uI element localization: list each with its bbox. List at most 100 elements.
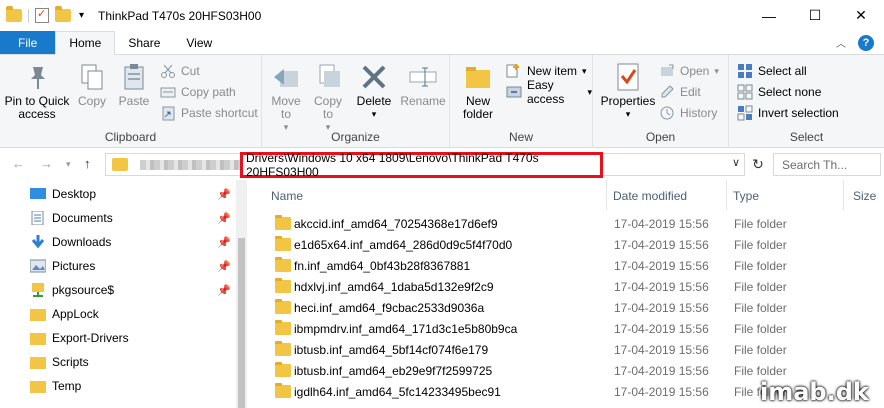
column-header-size[interactable]: Size xyxy=(853,180,876,212)
tab-file[interactable]: File xyxy=(0,31,56,54)
pin-icon[interactable]: 📌 xyxy=(217,236,231,249)
paste-shortcut-button[interactable]: Paste shortcut xyxy=(160,103,258,123)
watermark-logo: imab.dk xyxy=(760,378,869,406)
column-header-name[interactable]: Name xyxy=(271,180,303,212)
nav-item-pictures[interactable]: Pictures 📌 xyxy=(29,255,235,277)
folder-icon[interactable] xyxy=(6,6,22,22)
table-row[interactable]: e1d65x64.inf_amd64_286d0d9c5f4f70d0 17-04… xyxy=(253,234,884,255)
nav-item-desktop[interactable]: Desktop 📌 xyxy=(30,183,235,205)
pin-icon[interactable]: 📌 xyxy=(217,188,231,201)
table-row[interactable]: ibmpmdrv.inf_amd64_171d3c1e5b80b9ca 17-04… xyxy=(253,318,884,339)
history-icon xyxy=(659,105,675,121)
pin-icon[interactable]: 📌 xyxy=(217,284,231,297)
recent-locations-dropdown-icon[interactable]: ▾ xyxy=(66,159,71,170)
pin-to-quick-access-button[interactable]: Pin to Quick access xyxy=(4,61,70,121)
minimize-button[interactable]: — xyxy=(746,0,792,31)
collapse-ribbon-icon[interactable]: ︿ xyxy=(836,35,846,50)
nav-item-downloads[interactable]: Downloads 📌 xyxy=(30,231,235,253)
nav-item-label: Desktop xyxy=(52,187,97,201)
paste-icon xyxy=(118,61,150,93)
file-name: akccid.inf_amd64_70254368e17d6ef9 xyxy=(294,217,498,231)
properties-icon[interactable] xyxy=(35,7,49,23)
maximize-button[interactable]: ☐ xyxy=(792,0,838,31)
column-divider[interactable] xyxy=(843,180,844,210)
search-input[interactable]: Search Th... xyxy=(773,153,881,176)
file-type: File folder xyxy=(734,364,787,378)
move-to-button[interactable]: Move to ▾ xyxy=(268,61,304,134)
copy-to-label: Copy to xyxy=(313,94,342,121)
select-all-button[interactable]: Select all xyxy=(737,61,807,81)
highlighted-path[interactable]: Drivers\Windows 10 x64 1809\Lenovo\Think… xyxy=(240,151,603,179)
folder-icon xyxy=(275,278,291,293)
pin-icon[interactable]: 📌 xyxy=(217,260,231,273)
rename-label: Rename xyxy=(400,94,446,108)
delete-button[interactable]: Delete ▾ xyxy=(352,61,396,121)
select-group-label: Select xyxy=(789,130,824,144)
address-dropdown-icon[interactable]: ∨ xyxy=(732,156,740,169)
nav-item-applock[interactable]: AppLock xyxy=(30,303,235,325)
nav-item-pkgsource[interactable]: pkgsource$ 📌 xyxy=(30,279,235,301)
easy-access-button[interactable]: Easy access ▾ xyxy=(506,78,592,106)
select-group: Select all Select none Invert selection … xyxy=(729,55,884,148)
properties-button[interactable]: Properties ▾ xyxy=(598,61,658,121)
easy-access-label: Easy access xyxy=(527,78,565,106)
tab-share[interactable]: Share xyxy=(115,31,173,54)
file-type: File folder xyxy=(734,259,787,273)
new-folder-button[interactable]: New folder xyxy=(456,61,500,121)
forward-arrow-icon[interactable]: → xyxy=(40,156,53,171)
select-none-button[interactable]: Select none xyxy=(737,82,821,102)
scrollbar-thumb[interactable] xyxy=(238,238,245,408)
column-header-type[interactable]: Type xyxy=(733,180,759,212)
copy-button[interactable]: Copy xyxy=(74,61,110,108)
properties-label: Properties xyxy=(600,94,656,108)
open-button[interactable]: Open ▾ xyxy=(659,61,719,81)
tab-view[interactable]: View xyxy=(173,31,225,54)
table-row[interactable]: hdxlvj.inf_amd64_1daba5d132e9f2c9 17-04-2… xyxy=(253,276,884,297)
column-divider[interactable] xyxy=(726,180,727,210)
copy-to-button[interactable]: Copy to ▾ xyxy=(310,61,346,134)
pin-icon[interactable]: 📌 xyxy=(217,212,231,225)
help-icon[interactable]: ? xyxy=(858,34,874,51)
table-row[interactable]: akccid.inf_amd64_70254368e17d6ef9 17-04-2… xyxy=(253,213,884,234)
folder-icon xyxy=(275,257,291,272)
new-item-label: New item xyxy=(527,64,578,78)
documents-icon xyxy=(30,210,46,226)
new-item-dropdown-icon: ▾ xyxy=(582,65,587,76)
table-row[interactable]: heci.inf_amd64_f9cbac2533d9036a 17-04-201… xyxy=(253,297,884,318)
copy-path-button[interactable]: Copy path xyxy=(160,82,236,102)
new-group-label: New xyxy=(508,130,533,144)
rename-icon xyxy=(407,61,439,93)
nav-item-temp[interactable]: Temp xyxy=(30,375,235,397)
ribbon-tabs: File Home Share View ︿ ? xyxy=(0,31,884,55)
nav-item-export-drivers[interactable]: Export-Drivers xyxy=(30,327,235,349)
open-label: Open xyxy=(680,64,710,78)
nav-item-documents[interactable]: Documents 📌 xyxy=(30,207,235,229)
navigation-pane: Desktop 📌 Documents 📌 Downloads 📌 Pictur… xyxy=(0,180,247,408)
paste-button[interactable]: Paste xyxy=(116,61,152,108)
file-date: 17-04-2019 15:56 xyxy=(614,385,709,399)
customize-dropdown-icon[interactable]: ▾ xyxy=(79,10,84,21)
file-type: File folder xyxy=(734,238,787,252)
cut-button[interactable]: Cut xyxy=(160,61,200,81)
properties-dropdown-icon: ▾ xyxy=(625,109,631,119)
new-folder-icon[interactable] xyxy=(55,6,71,22)
nav-item-scripts[interactable]: Scripts xyxy=(30,351,235,373)
edit-button[interactable]: Edit xyxy=(659,82,701,102)
back-arrow-icon[interactable]: ← xyxy=(12,156,25,171)
up-arrow-icon[interactable]: ↑ xyxy=(84,156,91,171)
refresh-icon[interactable]: ↻ xyxy=(745,153,771,176)
history-button[interactable]: History xyxy=(659,103,717,123)
invert-selection-button[interactable]: Invert selection xyxy=(737,103,839,123)
file-type: File folder xyxy=(734,217,787,231)
column-header-date[interactable]: Date modified xyxy=(613,180,687,212)
file-list: Name Date modified Type Size akccid.inf_… xyxy=(253,180,884,408)
edit-icon xyxy=(659,84,675,100)
table-row[interactable]: fn.inf_amd64_0bf43b28f8367881 17-04-2019 … xyxy=(253,255,884,276)
table-row[interactable]: ibtusb.inf_amd64_5bf14cf074f6e179 17-04-2… xyxy=(253,339,884,360)
close-button[interactable]: ✕ xyxy=(838,0,884,31)
tab-home[interactable]: Home xyxy=(55,31,116,55)
rename-button[interactable]: Rename xyxy=(400,61,446,108)
delete-label: Delete xyxy=(356,94,392,108)
nav-pane-scrollbar[interactable] xyxy=(236,180,247,408)
column-divider[interactable] xyxy=(606,180,607,210)
